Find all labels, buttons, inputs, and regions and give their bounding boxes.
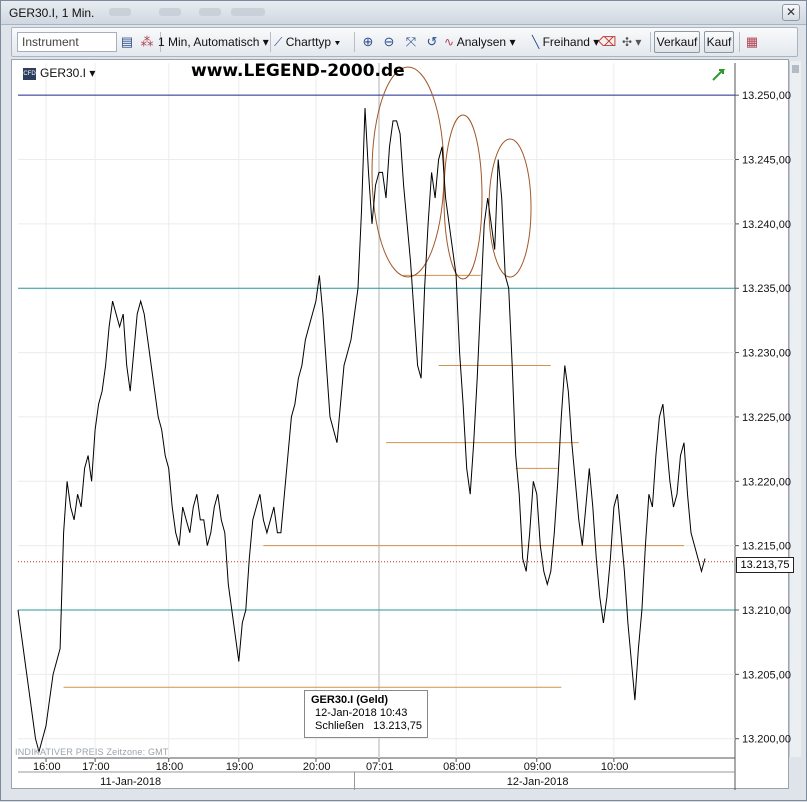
- y-tick-label: 13.220,00: [742, 476, 791, 488]
- x-tick-label: 07:01: [366, 761, 394, 773]
- y-tick-label: 13.215,00: [742, 541, 791, 553]
- tooltip-close-label: Schließen: [315, 720, 364, 732]
- chart-window: GER30.I, 1 Min. ✕ Instrument ▤ ⁂ 1 Min, …: [0, 0, 807, 801]
- y-tick-label: 13.225,00: [742, 412, 791, 424]
- y-tick-label: 13.205,00: [742, 669, 791, 681]
- y-axis: 13.250,00 13.245,00 13.240,00 13.235,00 13.2…: [735, 90, 791, 746]
- date-label: 12-Jan-2018: [507, 776, 569, 788]
- symbol-selector[interactable]: CFD GER30.I ▾: [23, 66, 95, 80]
- tooltip-close: Schließen 13.213,75: [311, 720, 423, 733]
- chart-grid: [18, 63, 736, 790]
- y-tick-label: 13.230,00: [742, 348, 791, 360]
- price-chart: 13.250,00 13.245,00 13.240,00 13.235,00 13.2…: [17, 63, 791, 790]
- x-axis: 16:00 17:00 18:00 19:00 20:00 07:01 08:00 09:00…: [33, 758, 628, 790]
- x-tick-label: 08:00: [443, 761, 471, 773]
- x-tick-label: 16:00: [33, 761, 61, 773]
- tooltip-title: GER30.I (Geld): [311, 694, 389, 706]
- current-price-badge: 13.213,75: [736, 557, 794, 573]
- y-tick-label: 13.250,00: [742, 90, 791, 102]
- date-label: 11-Jan-2018: [100, 776, 161, 788]
- x-tick-label: 17:00: [82, 761, 110, 773]
- trend-arrow-icon: [712, 69, 726, 81]
- price-line: [17, 107, 706, 754]
- symbol-label: GER30.I: [40, 66, 87, 80]
- footer-note: INDIKATIVER PREIS Zeitzone: GMT: [15, 747, 169, 757]
- x-tick-label: 09:00: [524, 761, 552, 773]
- y-tick-label: 13.210,00: [742, 605, 791, 617]
- data-tooltip: GER30.I (Geld) 12-Jan-2018 10:43 Schließ…: [304, 690, 428, 738]
- pattern-ellipses: [371, 66, 532, 280]
- tooltip-datetime: 12-Jan-2018 10:43: [315, 707, 408, 719]
- y-tick-label: 13.240,00: [742, 219, 791, 231]
- x-tick-label: 20:00: [303, 761, 331, 773]
- x-tick-label: 18:00: [156, 761, 184, 773]
- tooltip-close-value: 13.213,75: [373, 720, 423, 732]
- horizontal-levels: [18, 94, 735, 688]
- cfd-icon: CFD: [23, 67, 36, 80]
- y-tick-label: 13.235,00: [742, 283, 791, 295]
- x-tick-label: 10:00: [601, 761, 629, 773]
- y-tick-label: 13.245,00: [742, 155, 791, 167]
- pattern-ellipse: [443, 114, 483, 280]
- x-tick-label: 19:00: [226, 761, 254, 773]
- watermark: www.LEGEND-2000.de: [191, 61, 405, 81]
- y-tick-label: 13.200,00: [742, 734, 791, 746]
